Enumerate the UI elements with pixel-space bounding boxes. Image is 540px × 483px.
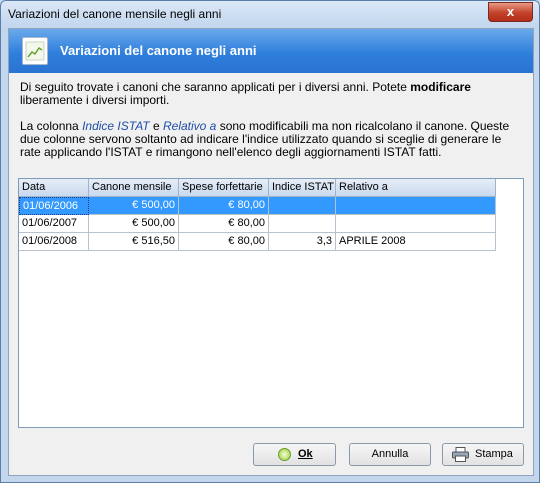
column-header-istat[interactable]: Indice ISTAT [269, 179, 336, 197]
intro-text-part: liberamente i diversi importi. [20, 93, 170, 107]
title-bar[interactable]: Variazioni del canone mensile negli anni… [1, 1, 539, 27]
dialog-body: Variazioni del canone negli anni Di segu… [8, 28, 534, 476]
print-label: Stampa [475, 448, 513, 460]
check-icon [278, 448, 291, 461]
table-cell-canone[interactable]: € 516,50 [89, 233, 179, 251]
intro-text: Di seguito trovate i canoni che saranno … [20, 81, 525, 107]
header-title: Variazioni del canone negli anni [60, 43, 257, 58]
cancel-button[interactable]: Annulla [349, 443, 431, 466]
table-cell-relativo[interactable] [336, 197, 496, 215]
note-text-part: La colonna [20, 119, 83, 133]
note-text-part: e [149, 119, 163, 133]
table-cell-date[interactable]: 01/06/2006 [19, 197, 89, 215]
close-button[interactable]: x [488, 2, 533, 22]
close-icon: x [506, 4, 515, 19]
note-column-istat: Indice ISTAT [82, 119, 150, 133]
table-cell-relativo[interactable] [336, 215, 496, 233]
table-cell-istat[interactable] [269, 197, 336, 215]
table-cell-istat[interactable]: 3,3 [269, 233, 336, 251]
table-cell-date[interactable]: 01/06/2007 [19, 215, 89, 233]
table-cell-spese[interactable]: € 80,00 [179, 233, 269, 251]
table-cell-spese[interactable]: € 80,00 [179, 197, 269, 215]
column-header-spese[interactable]: Spese forfettarie [179, 179, 269, 197]
chart-icon [22, 37, 48, 65]
note-column-relativo: Relativo a [162, 119, 217, 133]
table-cell-date[interactable]: 01/06/2008 [19, 233, 89, 251]
table-cell-canone[interactable]: € 500,00 [89, 197, 179, 215]
column-header-data[interactable]: Data [19, 179, 89, 197]
ok-button[interactable]: Ok [253, 443, 336, 466]
column-header-relativo[interactable]: Relativo a [336, 179, 496, 197]
intro-emphasis: modificare [410, 80, 471, 94]
table-cell-istat[interactable] [269, 215, 336, 233]
header-banner: Variazioni del canone negli anni [9, 29, 533, 73]
table-cell-canone[interactable]: € 500,00 [89, 215, 179, 233]
intro-text-part: Di seguito trovate i canoni che saranno … [20, 80, 411, 94]
dialog-window: Variazioni del canone mensile negli anni… [0, 0, 540, 483]
column-header-canone[interactable]: Canone mensile [89, 179, 179, 197]
data-grid[interactable]: Data Canone mensile Spese forfettarie In… [18, 178, 524, 428]
cancel-label: Annulla [371, 448, 409, 460]
print-button[interactable]: Stampa [442, 443, 524, 466]
table-cell-spese[interactable]: € 80,00 [179, 215, 269, 233]
printer-icon [452, 447, 469, 462]
window-title: Variazioni del canone mensile negli anni [8, 7, 222, 21]
ok-label: Ok [298, 448, 313, 460]
note-text: La colonna Indice ISTAT e Relativo a son… [20, 120, 525, 159]
table-cell-relativo[interactable]: APRILE 2008 [336, 233, 496, 251]
